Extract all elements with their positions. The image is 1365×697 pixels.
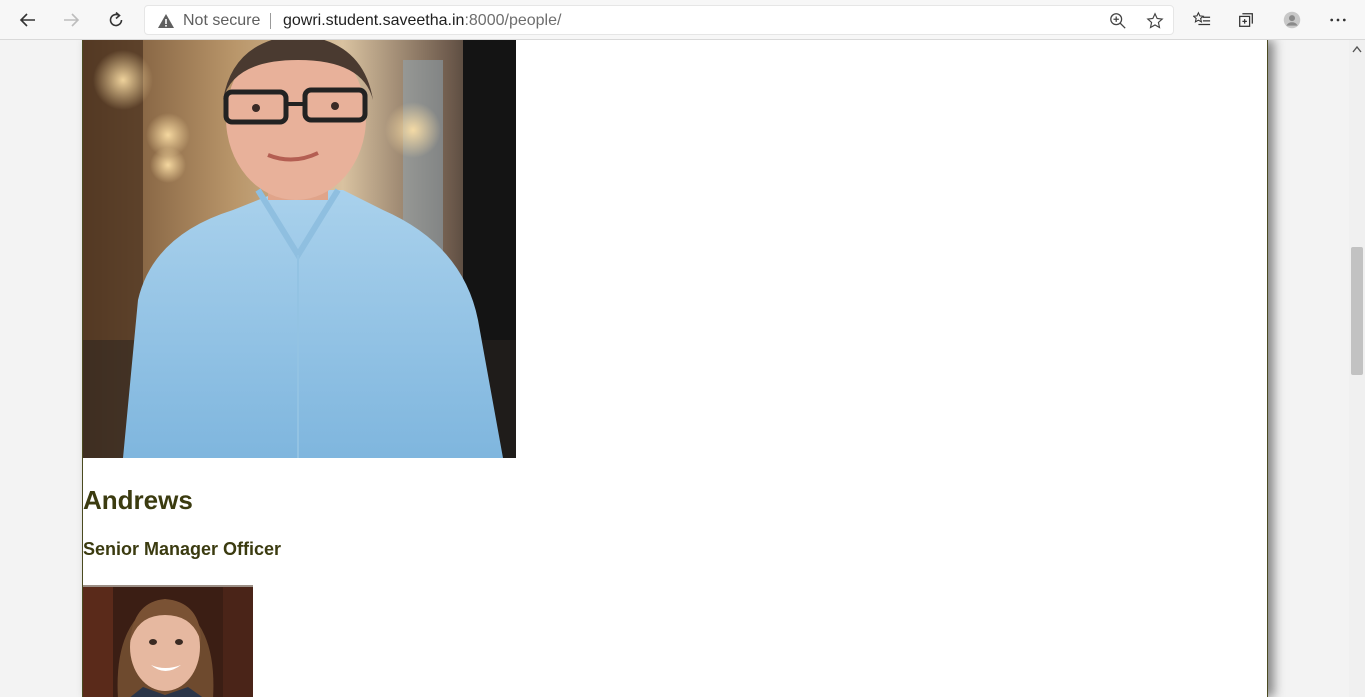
url-text[interactable]: gowri.student.saveetha.in:8000/people/ bbox=[283, 12, 561, 30]
warning-icon[interactable] bbox=[157, 12, 175, 30]
star-icon[interactable] bbox=[1145, 11, 1165, 31]
collections-icon[interactable] bbox=[1230, 4, 1262, 36]
person-role: Senior Manager Officer bbox=[83, 539, 282, 559]
scroll-up-icon[interactable] bbox=[1352, 45, 1362, 53]
people-page: Andrews Senior Manager Officer bbox=[82, 40, 1268, 697]
url-host: gowri.student.saveetha.in bbox=[283, 12, 465, 29]
zoom-icon[interactable] bbox=[1108, 11, 1128, 31]
scrollbar-thumb[interactable] bbox=[1351, 247, 1363, 375]
person-photo bbox=[83, 40, 516, 458]
favorites-icon[interactable] bbox=[1186, 4, 1218, 36]
refresh-icon[interactable] bbox=[100, 4, 132, 36]
person-photo bbox=[83, 585, 253, 697]
url-path: :8000/people/ bbox=[464, 12, 562, 29]
profile-icon[interactable] bbox=[1276, 4, 1308, 36]
security-label[interactable]: Not secure bbox=[183, 12, 260, 30]
vertical-scrollbar[interactable] bbox=[1349, 40, 1365, 697]
forward-arrow-icon[interactable] bbox=[55, 4, 87, 36]
address-bar[interactable]: Not secure gowri.student.saveetha.in:800… bbox=[144, 5, 1174, 35]
person-name: Andrews bbox=[83, 485, 193, 515]
more-icon[interactable] bbox=[1322, 4, 1354, 36]
browser-toolbar: Not secure gowri.student.saveetha.in:800… bbox=[0, 0, 1365, 40]
page-viewport: Andrews Senior Manager Officer bbox=[0, 40, 1349, 697]
back-arrow-icon[interactable] bbox=[12, 4, 44, 36]
address-divider bbox=[270, 13, 271, 29]
